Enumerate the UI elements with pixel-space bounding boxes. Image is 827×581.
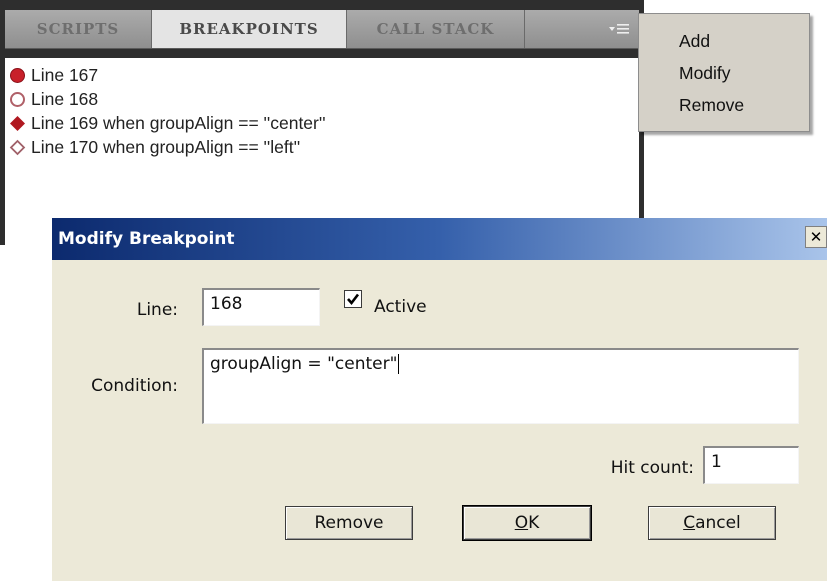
list-item[interactable]: Line 168 bbox=[9, 87, 98, 111]
breakpoint-inactive-icon bbox=[10, 91, 25, 107]
line-field[interactable]: 168 bbox=[202, 288, 320, 326]
menu-item-modify[interactable]: Modify bbox=[679, 61, 731, 86]
active-checkbox[interactable] bbox=[344, 290, 362, 308]
breakpoint-active-icon bbox=[10, 67, 25, 83]
condition-value: groupAlign = "center" bbox=[210, 354, 398, 374]
line-value: 168 bbox=[210, 294, 243, 314]
text-cursor bbox=[398, 354, 400, 374]
tab-scripts[interactable]: SCRIPTS bbox=[5, 10, 152, 48]
hit-count-field[interactable]: 1 bbox=[703, 446, 799, 484]
condition-label: Condition: bbox=[91, 376, 178, 396]
cancel-mnemonic: C bbox=[683, 513, 696, 533]
cancel-button[interactable]: Cancel bbox=[648, 506, 776, 540]
tab-bar: SCRIPTS BREAKPOINTS CALL STACK bbox=[5, 10, 639, 49]
conditional-breakpoint-inactive-icon bbox=[9, 139, 26, 155]
breakpoint-label: Line 167 bbox=[31, 64, 99, 85]
hit-count-value: 1 bbox=[711, 452, 722, 472]
list-item[interactable]: Line 169 when groupAlign == ''center'' bbox=[9, 111, 326, 135]
modify-breakpoint-dialog: Modify Breakpoint ✕ Line: 168 Active Con… bbox=[52, 218, 827, 581]
condition-field[interactable]: groupAlign = "center" bbox=[202, 348, 799, 424]
breakpoint-list: Line 167 Line 168 Line 169 when groupAli… bbox=[5, 58, 639, 245]
checkmark-icon bbox=[347, 293, 360, 306]
dialog-title: Modify Breakpoint bbox=[58, 229, 235, 249]
conditional-breakpoint-active-icon bbox=[10, 115, 25, 131]
tab-call-stack[interactable]: CALL STACK bbox=[347, 10, 525, 48]
list-item[interactable]: Line 170 when groupAlign == ''left'' bbox=[9, 135, 300, 159]
remove-button[interactable]: Remove bbox=[285, 506, 413, 540]
ok-mnemonic: O bbox=[514, 513, 529, 533]
breakpoint-label: Line 169 when groupAlign == ''center'' bbox=[31, 112, 326, 133]
active-label: Active bbox=[374, 297, 427, 317]
cancel-label-rest: ancel bbox=[695, 513, 741, 533]
list-item[interactable]: Line 167 bbox=[9, 63, 98, 87]
ok-label-rest: K bbox=[528, 513, 540, 533]
context-menu: Add Modify Remove bbox=[638, 13, 810, 132]
tab-breakpoints[interactable]: BREAKPOINTS bbox=[152, 10, 347, 48]
breakpoint-label: Line 168 bbox=[31, 88, 99, 109]
debugger-panel: SCRIPTS BREAKPOINTS CALL STACK Line 167 … bbox=[0, 0, 644, 245]
hit-count-label: Hit count: bbox=[610, 458, 694, 478]
ok-button[interactable]: OK bbox=[463, 506, 591, 540]
panel-menu-icon[interactable] bbox=[599, 10, 639, 48]
breakpoint-label: Line 170 when groupAlign == ''left'' bbox=[31, 136, 301, 157]
menu-item-add[interactable]: Add bbox=[679, 29, 710, 54]
menu-item-remove[interactable]: Remove bbox=[679, 93, 744, 118]
line-label: Line: bbox=[136, 300, 178, 320]
dialog-titlebar[interactable]: Modify Breakpoint ✕ bbox=[52, 218, 827, 260]
close-icon[interactable]: ✕ bbox=[805, 226, 827, 248]
